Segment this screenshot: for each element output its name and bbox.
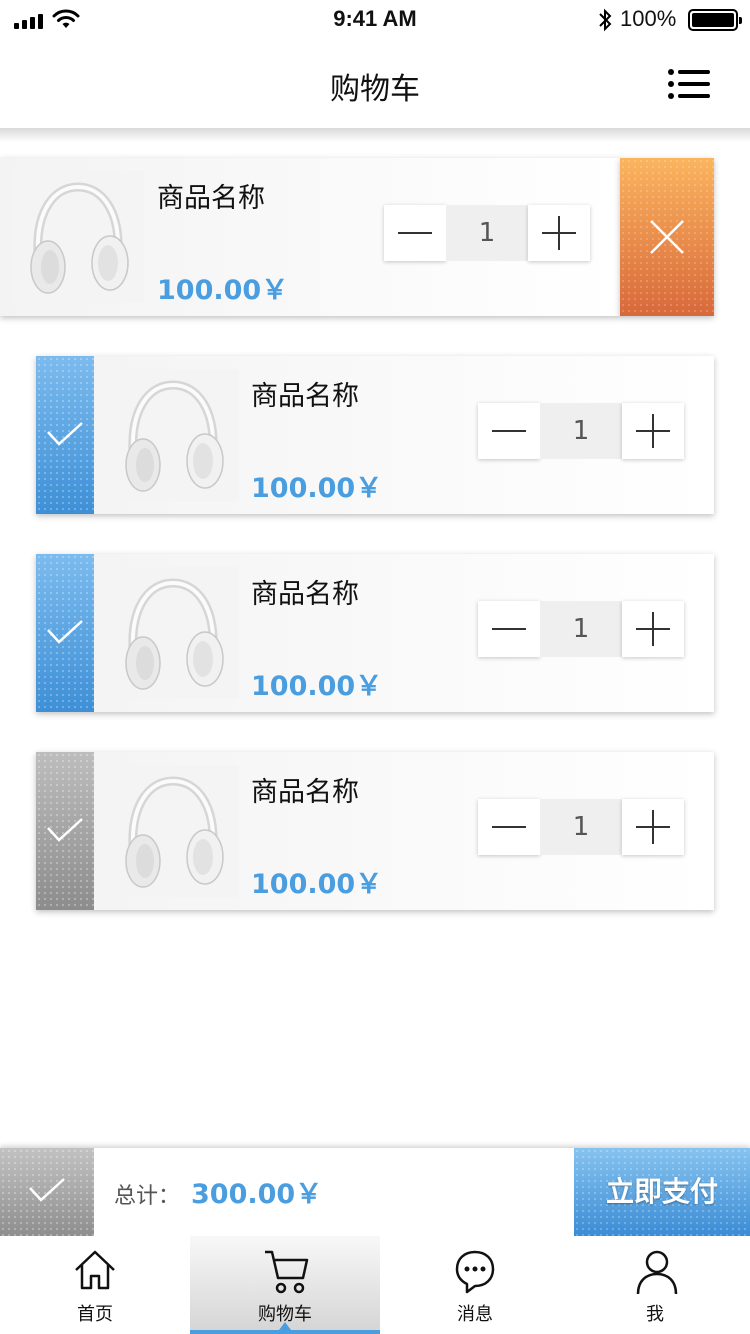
plus-icon xyxy=(636,810,670,844)
tab-messages[interactable]: 消息 xyxy=(380,1236,570,1334)
minus-icon xyxy=(398,232,432,234)
product-price: 100.00￥ xyxy=(157,275,289,306)
increase-button[interactable] xyxy=(622,799,684,855)
checkmark-icon xyxy=(47,620,83,644)
checkmark-icon xyxy=(47,422,83,446)
checkmark-icon xyxy=(47,818,83,842)
minus-icon xyxy=(492,826,526,828)
page-title: 购物车 xyxy=(330,72,420,107)
home-icon xyxy=(75,1250,115,1290)
quantity-value[interactable]: 1 xyxy=(540,403,622,459)
headphones-icon xyxy=(30,182,129,294)
checkout-bar: 总计： 300.00￥ 立即支付 xyxy=(0,1148,750,1236)
battery-icon xyxy=(688,9,742,31)
tab-me[interactable]: 我 xyxy=(560,1236,750,1334)
tab-bar: 首页 购物车 消息 我 xyxy=(0,1236,750,1334)
delete-button[interactable] xyxy=(620,158,714,316)
cart-item-swiped[interactable]: 商品名称 100.00￥ 1 xyxy=(0,158,620,316)
product-image xyxy=(107,765,239,897)
product-name: 商品名称 xyxy=(251,777,359,808)
quantity-stepper: 1 xyxy=(478,403,686,459)
cart-item[interactable]: 商品名称 100.00￥ 1 xyxy=(36,356,714,514)
product-name: 商品名称 xyxy=(251,579,359,610)
tab-label: 消息 xyxy=(457,1304,493,1325)
decrease-button[interactable] xyxy=(478,403,540,459)
tab-label: 我 xyxy=(646,1304,664,1325)
increase-button[interactable] xyxy=(622,601,684,657)
product-name: 商品名称 xyxy=(157,183,265,214)
quantity-stepper: 1 xyxy=(478,799,686,855)
status-bar: 9:41 AM 100% xyxy=(0,0,750,40)
cart-item[interactable]: 商品名称 100.00￥ 1 xyxy=(36,752,714,910)
decrease-button[interactable] xyxy=(384,205,446,261)
total-label: 总计： xyxy=(114,1184,181,1209)
product-name: 商品名称 xyxy=(251,381,359,412)
decrease-button[interactable] xyxy=(478,799,540,855)
select-all-checkbox[interactable] xyxy=(0,1148,94,1236)
message-icon xyxy=(455,1250,495,1294)
cart-item[interactable]: 商品名称 100.00￥ 1 xyxy=(36,554,714,712)
headphones-icon xyxy=(125,776,224,888)
tab-home[interactable]: 首页 xyxy=(0,1236,190,1334)
decrease-button[interactable] xyxy=(478,601,540,657)
product-price: 100.00￥ xyxy=(251,869,383,900)
quantity-value[interactable]: 1 xyxy=(446,205,528,261)
quantity-stepper: 1 xyxy=(478,601,686,657)
plus-icon xyxy=(542,216,576,250)
product-price: 100.00￥ xyxy=(251,473,383,504)
minus-icon xyxy=(492,430,526,432)
nav-divider xyxy=(0,128,750,142)
checkmark-icon xyxy=(29,1178,65,1202)
select-checkbox[interactable] xyxy=(36,356,94,514)
total-amount: 300.00￥ xyxy=(191,1179,323,1210)
minus-icon xyxy=(492,628,526,630)
plus-icon xyxy=(636,414,670,448)
increase-button[interactable] xyxy=(528,205,590,261)
menu-icon[interactable] xyxy=(668,68,710,100)
quantity-stepper: 1 xyxy=(384,205,592,261)
product-image xyxy=(12,171,144,303)
tab-cart[interactable]: 购物车 xyxy=(190,1236,380,1334)
product-image xyxy=(107,567,239,699)
pay-now-button[interactable]: 立即支付 xyxy=(574,1148,750,1236)
plus-icon xyxy=(636,612,670,646)
user-icon xyxy=(636,1250,678,1295)
increase-button[interactable] xyxy=(622,403,684,459)
quantity-value[interactable]: 1 xyxy=(540,799,622,855)
product-image xyxy=(107,369,239,501)
select-checkbox[interactable] xyxy=(36,752,94,910)
active-tab-indicator xyxy=(279,1322,291,1330)
battery-percent: 100% xyxy=(620,6,677,31)
select-checkbox[interactable] xyxy=(36,554,94,712)
product-price: 100.00￥ xyxy=(251,671,383,702)
bluetooth-icon xyxy=(599,8,612,32)
quantity-value[interactable]: 1 xyxy=(540,601,622,657)
tab-label: 首页 xyxy=(77,1304,113,1325)
cart-icon xyxy=(265,1250,309,1294)
close-icon xyxy=(650,220,684,254)
headphones-icon xyxy=(125,578,224,690)
headphones-icon xyxy=(125,380,224,492)
navigation-bar: 购物车 xyxy=(0,40,750,128)
